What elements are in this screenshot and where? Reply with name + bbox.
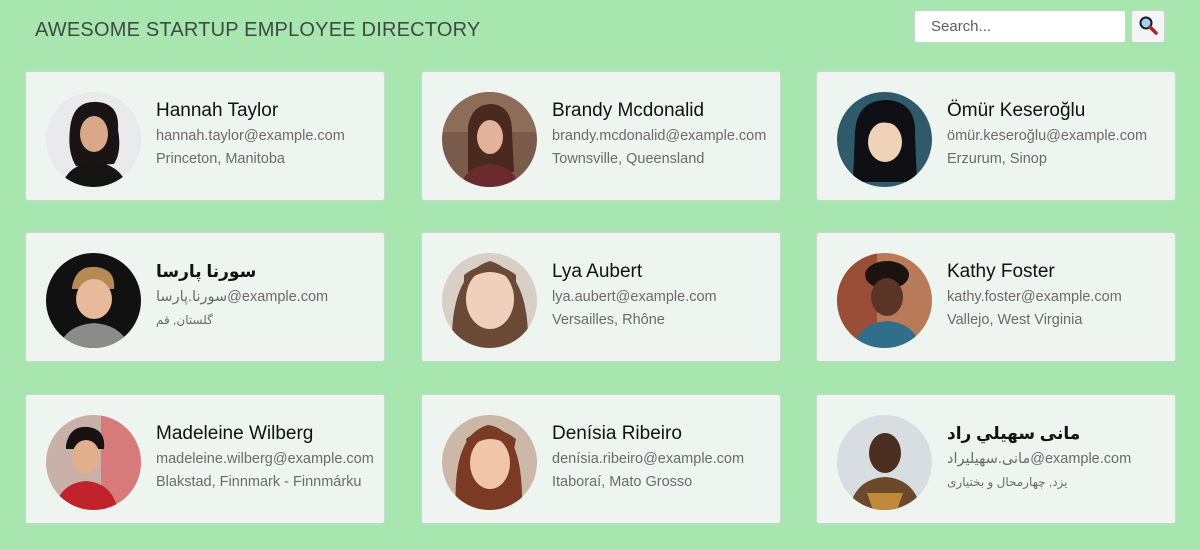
avatar bbox=[837, 415, 932, 510]
avatar bbox=[442, 415, 537, 510]
employee-location: گلستان, قم bbox=[156, 313, 213, 327]
employee-name: Lya Aubert bbox=[552, 261, 643, 282]
employee-email: ömür.keseroğlu@example.com bbox=[947, 128, 1148, 144]
employee-card[interactable]: سورنا پارسا سورنا.پارسا@example.com گلست… bbox=[25, 232, 385, 362]
magnifying-glass-icon bbox=[1138, 15, 1158, 38]
employee-email: lya.aubert@example.com bbox=[552, 289, 717, 305]
employee-name: Madeleine Wilberg bbox=[156, 423, 314, 444]
search-button[interactable] bbox=[1131, 10, 1165, 43]
employee-location: یزد, چهارمحال و بختیاری bbox=[947, 475, 1068, 489]
employee-card[interactable]: Ömür Keseroğlu ömür.keseroğlu@example.co… bbox=[816, 71, 1176, 201]
avatar bbox=[837, 92, 932, 187]
employee-location: Vallejo, West Virginia bbox=[947, 312, 1083, 328]
avatar bbox=[442, 253, 537, 348]
employee-card[interactable]: Hannah Taylor hannah.taylor@example.com … bbox=[25, 71, 385, 201]
employee-name: Ömür Keseroğlu bbox=[947, 100, 1086, 121]
employee-email: hannah.taylor@example.com bbox=[156, 128, 345, 144]
avatar bbox=[442, 92, 537, 187]
employee-name: Hannah Taylor bbox=[156, 100, 279, 121]
employee-email: madeleine.wilberg@example.com bbox=[156, 451, 374, 467]
employee-location: Itaboraí, Mato Grosso bbox=[552, 474, 693, 490]
page-header: AWESOME STARTUP EMPLOYEE DIRECTORY bbox=[0, 0, 1200, 62]
avatar bbox=[46, 253, 141, 348]
employee-location: Erzurum, Sinop bbox=[947, 151, 1047, 167]
employee-location: Blakstad, Finnmark - Finnmárku bbox=[156, 474, 362, 490]
search-input[interactable] bbox=[914, 10, 1126, 43]
avatar bbox=[46, 415, 141, 510]
employee-card[interactable]: Kathy Foster kathy.foster@example.com Va… bbox=[816, 232, 1176, 362]
employee-name: سورنا پارسا bbox=[156, 262, 257, 281]
employee-name: Kathy Foster bbox=[947, 261, 1055, 282]
employee-email: kathy.foster@example.com bbox=[947, 289, 1122, 305]
avatar bbox=[46, 92, 141, 187]
employee-email: denísia.ribeiro@example.com bbox=[552, 451, 745, 467]
employee-location: Versailles, Rhône bbox=[552, 312, 665, 328]
employee-name: Denísia Ribeiro bbox=[552, 423, 682, 444]
employee-card[interactable]: Madeleine Wilberg madeleine.wilberg@exam… bbox=[25, 394, 385, 524]
avatar bbox=[837, 253, 932, 348]
page-title: AWESOME STARTUP EMPLOYEE DIRECTORY bbox=[35, 19, 481, 41]
employee-email: brandy.mcdonalid@example.com bbox=[552, 128, 767, 144]
employee-location: Townsville, Queensland bbox=[552, 151, 705, 167]
employee-email: سورنا.پارسا@example.com bbox=[156, 289, 329, 305]
employee-location: Princeton, Manitoba bbox=[156, 151, 285, 167]
employee-card[interactable]: Lya Aubert lya.aubert@example.com Versai… bbox=[421, 232, 781, 362]
employee-card[interactable]: Denísia Ribeiro denísia.ribeiro@example.… bbox=[421, 394, 781, 524]
employee-card[interactable]: مانی سهيلي راد مانی.سهيليراد@example.com… bbox=[816, 394, 1176, 524]
employee-name: Brandy Mcdonalid bbox=[552, 100, 705, 121]
employee-card[interactable]: Brandy Mcdonalid brandy.mcdonalid@exampl… bbox=[421, 71, 781, 201]
employee-name: مانی سهيلي راد bbox=[947, 424, 1081, 443]
employee-email: مانی.سهيليراد@example.com bbox=[947, 451, 1132, 467]
